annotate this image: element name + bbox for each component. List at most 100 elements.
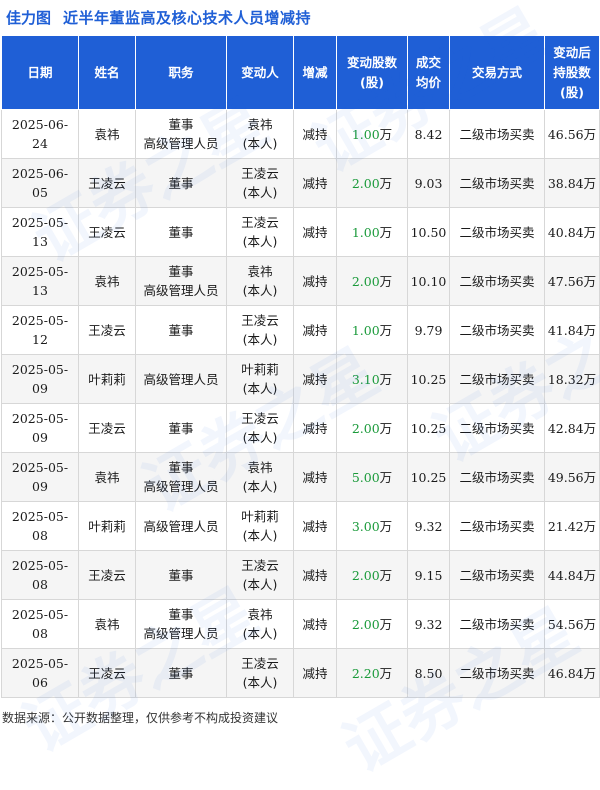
cell-date: 2025-05-13 xyxy=(1,207,79,257)
cell-price: 10.25 xyxy=(407,403,450,453)
cell-date: 2025-05-09 xyxy=(1,452,79,502)
cell-shares: 1.00万 xyxy=(336,305,408,355)
cell-shares: 1.00万 xyxy=(336,207,408,257)
cell-price: 9.32 xyxy=(407,599,450,649)
column-header-shares: 变动股数 (股) xyxy=(336,35,408,110)
cell-after: 38.84万 xyxy=(544,158,600,208)
shares-unit: 万 xyxy=(379,518,393,534)
column-header-method: 交易方式 xyxy=(449,35,545,110)
cell-shares: 2.20万 xyxy=(336,648,408,698)
cell-date: 2025-06-24 xyxy=(1,109,79,159)
cell-name: 王凌云 xyxy=(78,648,136,698)
brand-name: 佳力图 xyxy=(6,8,52,27)
page-title: 近半年董监高及核心技术人员增减持 xyxy=(63,8,312,27)
cell-after: 54.56万 xyxy=(544,599,600,649)
cell-method: 二级市场买卖 xyxy=(449,599,545,649)
page-header: 佳力图 近半年董监高及核心技术人员增减持 xyxy=(0,0,600,34)
table-row: 2025-05-08 叶莉莉 高级管理人员 叶莉莉 (本人) 减持 3.00万 9.32 二级… xyxy=(1,501,600,551)
cell-price: 9.32 xyxy=(407,501,450,551)
table-row: 2025-05-09 王凌云 董事 王凌云 (本人) 减持 2.00万 10.25 二级市场买… xyxy=(1,403,600,453)
cell-position: 董事 高级管理人员 xyxy=(135,452,227,502)
cell-changer: 袁祎 (本人) xyxy=(226,452,294,502)
shares-value: 1.00 xyxy=(351,126,380,142)
shares-value: 5.00 xyxy=(351,469,380,485)
shares-unit: 万 xyxy=(379,567,393,583)
cell-after: 41.84万 xyxy=(544,305,600,355)
cell-change: 减持 xyxy=(293,452,337,502)
cell-position: 董事 高级管理人员 xyxy=(135,256,227,306)
shares-value: 2.00 xyxy=(351,175,380,191)
cell-name: 叶莉莉 xyxy=(78,354,136,404)
cell-method: 二级市场买卖 xyxy=(449,109,545,159)
column-header-date: 日期 xyxy=(1,35,79,110)
shares-value: 2.20 xyxy=(351,665,380,681)
column-header-changer: 变动人 xyxy=(226,35,294,110)
cell-price: 10.25 xyxy=(407,452,450,502)
cell-name: 袁祎 xyxy=(78,452,136,502)
cell-date: 2025-05-08 xyxy=(1,599,79,649)
cell-date: 2025-05-13 xyxy=(1,256,79,306)
table-row: 2025-05-09 叶莉莉 高级管理人员 叶莉莉 (本人) 减持 3.10万 10.25 二… xyxy=(1,354,600,404)
cell-name: 王凌云 xyxy=(78,305,136,355)
cell-shares: 2.00万 xyxy=(336,403,408,453)
cell-position: 董事 xyxy=(135,550,227,600)
cell-date: 2025-05-06 xyxy=(1,648,79,698)
cell-after: 44.84万 xyxy=(544,550,600,600)
shares-unit: 万 xyxy=(379,665,393,681)
cell-method: 二级市场买卖 xyxy=(449,648,545,698)
cell-method: 二级市场买卖 xyxy=(449,354,545,404)
cell-name: 王凌云 xyxy=(78,207,136,257)
cell-change: 减持 xyxy=(293,305,337,355)
cell-shares: 2.00万 xyxy=(336,256,408,306)
table-row: 2025-05-08 王凌云 董事 王凌云 (本人) 减持 2.00万 9.15 二级市场买卖… xyxy=(1,550,600,600)
cell-after: 40.84万 xyxy=(544,207,600,257)
cell-change: 减持 xyxy=(293,550,337,600)
holdings-table: 日期 姓名 职务 变动人 增减 变动股数 (股) 成交 均价 交易方式 变动后 … xyxy=(1,35,600,698)
cell-method: 二级市场买卖 xyxy=(449,550,545,600)
cell-date: 2025-05-08 xyxy=(1,550,79,600)
cell-position: 董事 xyxy=(135,305,227,355)
cell-method: 二级市场买卖 xyxy=(449,207,545,257)
cell-change: 减持 xyxy=(293,158,337,208)
cell-name: 叶莉莉 xyxy=(78,501,136,551)
cell-after: 46.56万 xyxy=(544,109,600,159)
cell-method: 二级市场买卖 xyxy=(449,452,545,502)
shares-value: 3.10 xyxy=(351,371,380,387)
cell-date: 2025-05-08 xyxy=(1,501,79,551)
cell-position: 高级管理人员 xyxy=(135,501,227,551)
shares-value: 2.00 xyxy=(351,567,380,583)
shares-unit: 万 xyxy=(379,616,393,632)
cell-method: 二级市场买卖 xyxy=(449,403,545,453)
cell-after: 47.56万 xyxy=(544,256,600,306)
table-row: 2025-06-05 王凌云 董事 王凌云 (本人) 减持 2.00万 9.03 二级市场买卖… xyxy=(1,158,600,208)
cell-changer: 袁祎 (本人) xyxy=(226,256,294,306)
cell-date: 2025-05-09 xyxy=(1,354,79,404)
cell-changer: 王凌云 (本人) xyxy=(226,403,294,453)
shares-unit: 万 xyxy=(379,420,393,436)
cell-price: 8.42 xyxy=(407,109,450,159)
cell-position: 董事 xyxy=(135,207,227,257)
column-header-change: 增减 xyxy=(293,35,337,110)
cell-method: 二级市场买卖 xyxy=(449,305,545,355)
column-header-position: 职务 xyxy=(135,35,227,110)
cell-change: 减持 xyxy=(293,599,337,649)
cell-after: 46.84万 xyxy=(544,648,600,698)
shares-value: 3.00 xyxy=(351,518,380,534)
cell-method: 二级市场买卖 xyxy=(449,256,545,306)
shares-unit: 万 xyxy=(379,322,393,338)
cell-after: 42.84万 xyxy=(544,403,600,453)
cell-shares: 3.00万 xyxy=(336,501,408,551)
cell-position: 董事 高级管理人员 xyxy=(135,599,227,649)
cell-shares: 3.10万 xyxy=(336,354,408,404)
table-header-row: 日期 姓名 职务 变动人 增减 变动股数 (股) 成交 均价 交易方式 变动后 … xyxy=(1,35,600,110)
cell-changer: 王凌云 (本人) xyxy=(226,158,294,208)
table-row: 2025-05-12 王凌云 董事 王凌云 (本人) 减持 1.00万 9.79 二级市场买卖… xyxy=(1,305,600,355)
cell-shares: 2.00万 xyxy=(336,599,408,649)
cell-change: 减持 xyxy=(293,354,337,404)
cell-changer: 叶莉莉 (本人) xyxy=(226,354,294,404)
cell-shares: 2.00万 xyxy=(336,158,408,208)
cell-shares: 2.00万 xyxy=(336,550,408,600)
cell-price: 9.15 xyxy=(407,550,450,600)
cell-position: 董事 xyxy=(135,648,227,698)
shares-unit: 万 xyxy=(379,469,393,485)
